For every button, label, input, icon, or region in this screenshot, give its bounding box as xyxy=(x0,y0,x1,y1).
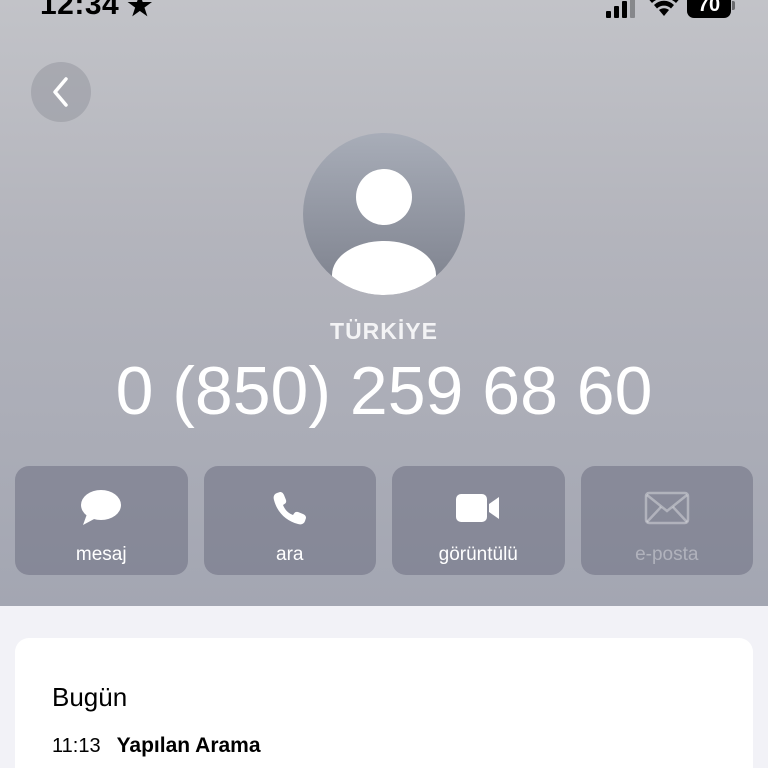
back-button[interactable] xyxy=(31,62,91,122)
message-label: mesaj xyxy=(75,544,127,565)
wifi-icon xyxy=(649,0,679,16)
email-label: e-posta xyxy=(635,544,699,565)
time-text: 12:34 xyxy=(40,0,120,21)
video-call-label: görüntülü xyxy=(438,544,518,565)
contact-avatar xyxy=(303,133,465,295)
status-time: 12:34 ★ xyxy=(40,0,153,22)
call-button[interactable]: ara xyxy=(203,466,376,575)
message-button[interactable]: mesaj xyxy=(15,466,188,575)
phone-number: 0 (850) 259 68 60 xyxy=(115,353,653,429)
contact-country: TÜRKİYE xyxy=(330,318,438,344)
video-call-button[interactable]: görüntülü xyxy=(392,466,565,575)
history-date-title: Bugün xyxy=(52,682,128,712)
battery-level: 70 xyxy=(687,0,731,18)
battery-indicator: 70 xyxy=(687,0,735,18)
chevron-left-icon xyxy=(53,77,68,107)
star-icon: ★ xyxy=(127,0,153,21)
call-history-card: Bugün 11:13 Yapılan Arama xyxy=(15,638,753,768)
call-history-row: 11:13 Yapılan Arama xyxy=(52,734,261,758)
message-bubble-icon xyxy=(81,490,122,525)
envelope-icon xyxy=(644,491,689,525)
email-button[interactable]: e-posta xyxy=(580,466,753,575)
call-label: ara xyxy=(276,544,304,565)
battery-cap xyxy=(732,0,735,10)
action-buttons: mesaj ara görüntülü e-posta xyxy=(15,466,753,576)
phone-icon xyxy=(273,492,306,525)
call-type: Yapılan Arama xyxy=(116,734,261,757)
person-silhouette-icon xyxy=(332,169,436,295)
call-time: 11:13 xyxy=(52,735,101,757)
cellular-signal-icon xyxy=(606,0,635,18)
video-camera-icon xyxy=(456,494,500,522)
status-bar: 12:34 ★ 70 xyxy=(0,0,768,28)
